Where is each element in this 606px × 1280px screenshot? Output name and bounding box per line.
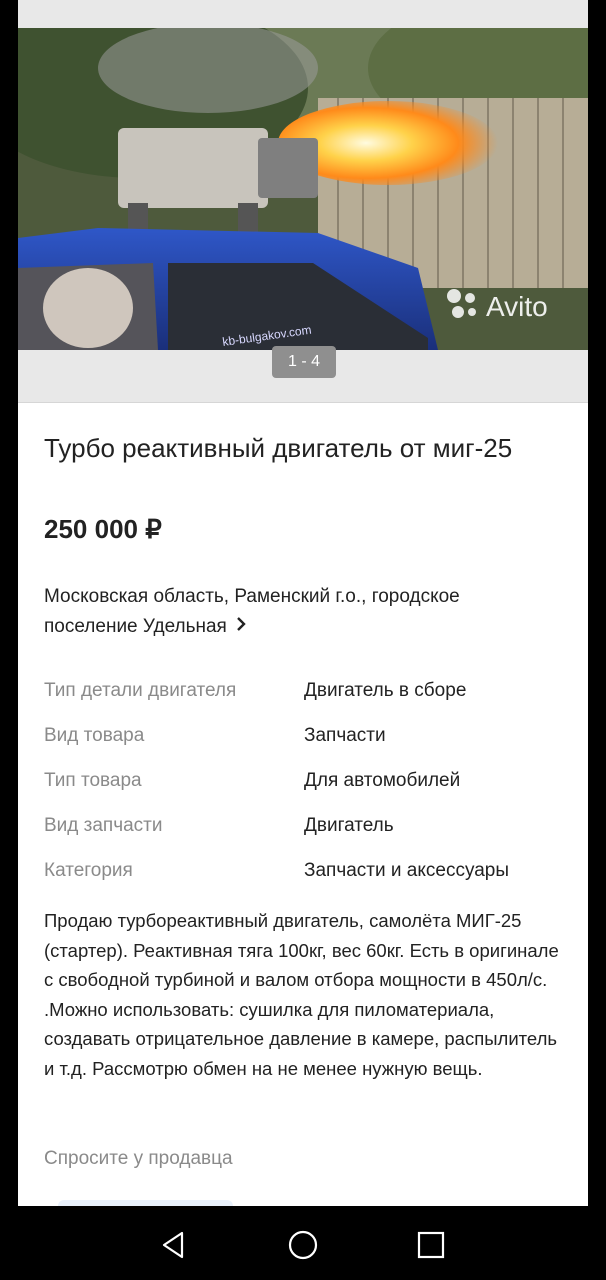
param-key: Вид запчасти bbox=[44, 815, 163, 836]
ask-seller-heading: Спросите у продавца bbox=[44, 1148, 233, 1169]
photo-counter: 1 - 4 bbox=[272, 346, 336, 378]
param-key: Тип товара bbox=[44, 770, 142, 791]
avito-watermark-text: Avito bbox=[486, 291, 548, 322]
params-list: Тип детали двигателя Двигатель в сборе В… bbox=[44, 675, 564, 900]
location-text: Московская область, Раменский г.о., горо… bbox=[44, 586, 460, 638]
listing-card: Avito kb-bulgakov.com 1 - 4 Турбо реакти… bbox=[18, 0, 588, 1206]
listing-photo[interactable]: Avito kb-bulgakov.com bbox=[18, 28, 588, 350]
param-value: Двигатель bbox=[304, 815, 394, 836]
param-value: Запчасти bbox=[304, 725, 386, 746]
system-nav-bar bbox=[0, 1206, 606, 1280]
listing-description: Продаю турбореактивный двигатель, самолё… bbox=[44, 910, 559, 1079]
param-key: Вид товара bbox=[44, 725, 145, 746]
param-row: Вид товара Запчасти bbox=[44, 720, 564, 765]
param-value: Двигатель в сборе bbox=[304, 680, 467, 701]
param-row: Категория Запчасти и аксессуары bbox=[44, 855, 564, 900]
param-value: Для автомобилей bbox=[304, 770, 461, 791]
param-row: Тип детали двигателя Двигатель в сборе bbox=[44, 675, 564, 720]
recents-icon[interactable] bbox=[414, 1228, 448, 1262]
home-icon[interactable] bbox=[286, 1228, 320, 1262]
param-key: Тип детали двигателя bbox=[44, 680, 237, 701]
param-row: Тип товара Для автомобилей bbox=[44, 765, 564, 810]
location-link[interactable]: Московская область, Раменский г.о., горо… bbox=[44, 582, 544, 642]
listing-title: Турбо реактивный двигатель от миг-25 bbox=[44, 433, 513, 463]
param-row: Вид запчасти Двигатель bbox=[44, 810, 564, 855]
listing-price: 250 000 ₽ bbox=[44, 514, 162, 544]
param-key: Категория bbox=[44, 860, 133, 881]
photo-gallery[interactable]: Avito kb-bulgakov.com 1 - 4 bbox=[18, 0, 588, 403]
chevron-right-icon bbox=[235, 612, 247, 642]
back-icon[interactable] bbox=[156, 1228, 190, 1262]
param-value: Запчасти и аксессуары bbox=[304, 860, 510, 881]
